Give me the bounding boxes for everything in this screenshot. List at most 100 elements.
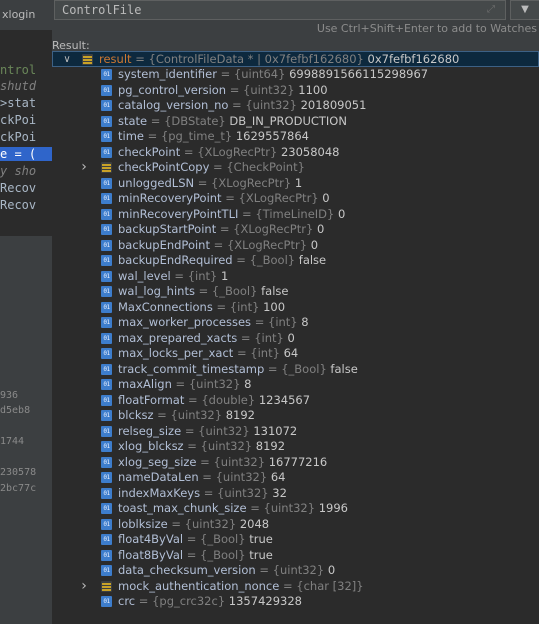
field-icon: 01 xyxy=(101,487,112,499)
tree-row-wal_level[interactable]: 01 wal_level = {int} 1 xyxy=(52,269,539,285)
field-type: {TimeLineID} xyxy=(255,206,335,221)
tree-row-backupStartPoint[interactable]: 01 backupStartPoint = {XLogRecPtr} 0 xyxy=(52,222,539,238)
field-name: float4ByVal xyxy=(118,532,184,546)
field-name: nameDataLen xyxy=(118,470,199,484)
field-name: wal_level xyxy=(118,268,171,283)
variables-panel-background: 936 d5eb8 1744 230578 2bc77c xyxy=(0,264,52,624)
field-type: {uint32} xyxy=(215,470,268,484)
field-value: 8192 xyxy=(255,439,286,453)
tree-row-pg_control_version[interactable]: 01 pg_control_version = {uint32} 1100 xyxy=(52,83,539,99)
field-icon: 01 xyxy=(101,270,112,282)
tree-row-float8ByVal[interactable]: 01 float8ByVal = {_Bool} true xyxy=(52,548,539,564)
field-type: {_Bool} xyxy=(211,284,258,298)
tree-row-MaxConnections[interactable]: 01 MaxConnections = {int} 100 xyxy=(52,300,539,316)
field-icon: 01 xyxy=(101,503,112,514)
field-value: DB_IN_PRODUCTION xyxy=(229,113,347,128)
tree-row-floatFormat[interactable]: 01 floatFormat = {double} 1234567 xyxy=(52,393,539,409)
tree-row-data_checksum_version[interactable]: 01 data_checksum_version = {uint32} 0 xyxy=(52,563,539,579)
field-value: 1 xyxy=(294,175,303,190)
tree-row-max_locks_per_xact[interactable]: 01 max_locks_per_xact = {int} 64 xyxy=(52,346,539,362)
tree-row-backupEndRequired[interactable]: 01 backupEndRequired = {_Bool} false xyxy=(52,253,539,269)
chevron-right-icon[interactable]: › xyxy=(79,159,89,176)
tree-row-state[interactable]: 01 state = {DBState} DB_IN_PRODUCTION xyxy=(52,114,539,130)
code-line: ckPoi xyxy=(0,130,37,144)
tree-row-system_identifier[interactable]: 01 system_identifier = {uint64} 699889156… xyxy=(52,67,539,83)
tree-row-checkPointCopy[interactable]: › checkPointCopy = {CheckPoint} xyxy=(52,159,539,176)
field-type: {int} xyxy=(229,299,260,314)
field-value: 0 xyxy=(310,237,319,252)
field-icon: 01 xyxy=(101,317,112,328)
field-icon: 01 xyxy=(101,379,112,390)
tree-row-indexMaxKeys[interactable]: 01 indexMaxKeys = {uint32} 32 xyxy=(52,486,539,502)
tree-row-maxAlign[interactable]: 01 maxAlign = {uint32} 8 xyxy=(52,377,539,393)
expression-text[interactable]: ControlFile xyxy=(62,3,141,17)
tree-row-float4ByVal[interactable]: 01 float4ByVal = {_Bool} true xyxy=(52,532,539,548)
tree-row-crc[interactable]: 01 crc = {pg_crc32c} 1357429328 xyxy=(52,594,539,610)
tree-row-mock_authentication_nonce[interactable]: › mock_authentication_nonce = {char [32]} xyxy=(52,578,539,595)
tree-row-minRecoveryPointTLI[interactable]: 01 minRecoveryPointTLI = {TimeLineID} 0 xyxy=(52,207,539,223)
field-name: wal_log_hints xyxy=(118,284,195,298)
editor-tab-label[interactable]: xlogin xyxy=(2,8,35,21)
tree-row-catalog_version_no[interactable]: 01 catalog_version_no = {uint32} 20180905… xyxy=(52,98,539,114)
tree-row-xlog_blcksz[interactable]: 01 xlog_blcksz = {uint32} 8192 xyxy=(52,439,539,455)
tree-row-max_worker_processes[interactable]: 01 max_worker_processes = {int} 8 xyxy=(52,315,539,331)
field-name: max_worker_processes xyxy=(118,315,252,329)
chevron-right-icon[interactable]: › xyxy=(79,578,89,595)
field-icon: 01 xyxy=(101,146,112,158)
tree-row-wal_log_hints[interactable]: 01 wal_log_hints = {_Bool} false xyxy=(52,284,539,300)
tree-root-row[interactable]: ∨ result = {ControlFileData * | 0x7fefbf… xyxy=(52,51,539,67)
field-name: maxAlign xyxy=(118,377,172,391)
field-name: backupEndPoint xyxy=(118,237,210,252)
tree-row-relseg_size[interactable]: 01 relseg_size = {uint32} 131072 xyxy=(52,424,539,440)
field-icon: 01 xyxy=(101,425,112,437)
field-icon: 01 xyxy=(101,131,112,142)
field-type: {uint32} xyxy=(217,485,269,500)
field-name: minRecoveryPointTLI xyxy=(118,206,239,221)
field-icon: 01 xyxy=(101,208,112,220)
field-value: 64 xyxy=(283,346,299,360)
field-type: {char [32]} xyxy=(296,578,364,593)
field-icon: 01 xyxy=(101,286,112,297)
expand-arrows-icon[interactable]: ⤢ xyxy=(487,4,495,15)
field-name: crc xyxy=(118,594,136,608)
panel-separator xyxy=(0,236,52,264)
field-name: loblksize xyxy=(118,516,168,531)
field-icon: 01 xyxy=(101,456,112,468)
tree-row-toast_max_chunk_size[interactable]: 01 toast_max_chunk_size = {uint32} 1996 xyxy=(52,501,539,517)
tree-row-backupEndPoint[interactable]: 01 backupEndPoint = {XLogRecPtr} 0 xyxy=(52,238,539,254)
field-icon: 01 xyxy=(101,565,112,576)
field-name: toast_max_chunk_size xyxy=(118,501,247,515)
struct-icon xyxy=(101,580,112,592)
field-type: {uint32} xyxy=(272,563,325,577)
field-name: backupEndRequired xyxy=(118,253,233,267)
tree-row-checkPoint[interactable]: 01 checkPoint = {XLogRecPtr} 23058048 xyxy=(52,145,539,161)
field-name: state xyxy=(118,113,148,128)
variable-value: 230578 xyxy=(0,467,37,478)
tree-row-unloggedLSN[interactable]: 01 unloggedLSN = {XLogRecPtr} 1 xyxy=(52,176,539,192)
tree-row-minRecoveryPoint[interactable]: 01 minRecoveryPoint = {XLogRecPtr} 0 xyxy=(52,191,539,207)
expression-input[interactable]: ControlFile ⤢ xyxy=(54,0,506,20)
tree-row-nameDataLen[interactable]: 01 nameDataLen = {uint32} 64 xyxy=(52,470,539,486)
result-tree[interactable]: ∨ result = {ControlFileData * | 0x7fefbf… xyxy=(52,51,539,624)
field-type: {_Bool} xyxy=(200,532,246,546)
field-name: mock_authentication_nonce xyxy=(118,578,280,593)
evaluate-expression-panel: ControlFile ⤢ ▼ Use Ctrl+Shift+Enter to … xyxy=(52,0,539,624)
tree-row-xlog_seg_size[interactable]: 01 xlog_seg_size = {uint32} 16777216 xyxy=(52,455,539,471)
tree-row-max_prepared_xacts[interactable]: 01 max_prepared_xacts = {int} 0 xyxy=(52,331,539,347)
field-value: 8192 xyxy=(225,408,255,422)
tree-row-blcksz[interactable]: 01 blcksz = {uint32} 8192 xyxy=(52,408,539,424)
field-icon: 01 xyxy=(101,518,112,530)
dropdown-triangle-icon[interactable]: ▼ xyxy=(510,0,539,20)
tree-row-loblksize[interactable]: 01 loblksize = {uint32} 2048 xyxy=(52,517,539,533)
field-name: xlog_blcksz xyxy=(118,439,184,453)
field-name: time xyxy=(118,129,144,143)
field-value: 32 xyxy=(272,485,287,500)
field-name: xlog_seg_size xyxy=(118,454,197,469)
tree-row-time[interactable]: 01 time = {pg_time_t} 1629557864 xyxy=(52,129,539,145)
tree-row-track_commit_timestamp[interactable]: 01 track_commit_timestamp = {_Bool} false xyxy=(52,362,539,378)
field-type: {uint32} xyxy=(188,377,241,391)
chevron-down-icon[interactable]: ∨ xyxy=(62,52,72,68)
field-icon: 01 xyxy=(101,100,112,111)
variable-value: 936 xyxy=(0,390,19,401)
field-type: {DBState} xyxy=(164,113,226,128)
